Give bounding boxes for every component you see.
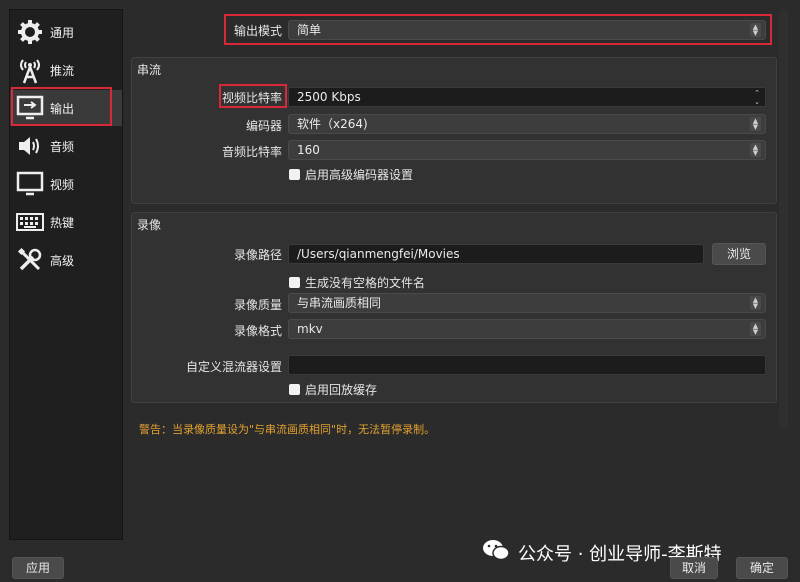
sidebar-item-label: 输出	[50, 101, 75, 116]
browse-button[interactable]: 浏览	[712, 243, 766, 265]
checkbox-box[interactable]	[289, 384, 300, 395]
advanced-encoder-checkbox[interactable]: 启用高级编码器设置	[289, 166, 413, 183]
warning-text: 警告：当录像质量设为"与串流画质相同"时，无法暂停录制。	[139, 423, 436, 436]
sidebar-item-output[interactable]: 输出	[10, 90, 122, 126]
apply-button[interactable]: 应用	[12, 557, 64, 579]
select-arrows-icon: ▲ ▼	[750, 322, 761, 336]
sidebar-item-label: 高级	[50, 253, 75, 268]
wechat-icon	[482, 538, 510, 567]
recording-quality-label: 录像质量	[233, 298, 282, 312]
gear-icon	[16, 18, 44, 46]
sidebar-item-video[interactable]: 视频	[10, 166, 122, 202]
recording-group-title: 录像	[137, 218, 162, 232]
video-bitrate-spinbox[interactable]: 2500 Kbps ⌃ ⌄	[288, 87, 766, 107]
select-arrows-icon: ▲ ▼	[750, 143, 761, 157]
muxer-settings-input[interactable]	[288, 355, 766, 375]
output-mode-label: 输出模式	[233, 24, 282, 38]
sidebar-item-advanced[interactable]: 高级	[10, 242, 122, 278]
sidebar-item-label: 音频	[50, 139, 75, 154]
recording-path-label: 录像路径	[233, 248, 282, 262]
video-bitrate-value: 2500 Kbps	[297, 90, 361, 104]
scrollbar[interactable]	[779, 9, 788, 429]
recording-format-value: mkv	[297, 322, 323, 336]
sidebar-item-hotkeys[interactable]: 热键	[10, 204, 122, 240]
video-bitrate-label: 视频比特率	[221, 91, 282, 105]
encoder-label: 编码器	[245, 119, 282, 133]
sidebar-item-stream[interactable]: 推流	[10, 52, 122, 88]
sidebar-item-audio[interactable]: 音频	[10, 128, 122, 164]
keyboard-icon	[16, 208, 44, 236]
checkbox-box[interactable]	[289, 277, 300, 288]
spin-arrows-icon[interactable]: ⌃ ⌄	[751, 89, 763, 106]
speaker-icon	[16, 132, 44, 160]
recording-path-input[interactable]: /Users/qianmengfei/Movies	[288, 244, 704, 264]
sidebar-item-general[interactable]: 通用	[10, 14, 122, 50]
broadcast-antenna-icon	[16, 56, 44, 84]
output-monitor-icon	[16, 94, 44, 122]
tools-icon	[16, 246, 44, 274]
checkbox-label: 生成没有空格的文件名	[305, 276, 426, 290]
recording-format-select[interactable]: mkv ▲ ▼	[288, 319, 766, 339]
recording-path-value: /Users/qianmengfei/Movies	[297, 247, 460, 261]
output-mode-value: 简单	[297, 23, 322, 37]
audio-bitrate-label: 音频比特率	[221, 145, 282, 159]
recording-quality-value: 与串流画质相同	[297, 296, 382, 310]
checkbox-label: 启用回放缓存	[305, 383, 378, 397]
encoder-value: 软件（x264)	[297, 117, 368, 131]
settings-sidebar: 通用 推流 输出 音频 视频 热键 高级	[9, 9, 123, 540]
recording-quality-select[interactable]: 与串流画质相同 ▲ ▼	[288, 293, 766, 313]
cancel-button[interactable]: 取消	[670, 557, 718, 579]
audio-bitrate-select[interactable]: 160 ▲ ▼	[288, 140, 766, 160]
monitor-icon	[16, 170, 44, 198]
sidebar-item-label: 视频	[50, 177, 75, 192]
sidebar-item-label: 通用	[50, 25, 75, 40]
streaming-group-title: 串流	[137, 63, 162, 77]
sidebar-item-label: 热键	[50, 215, 75, 230]
audio-bitrate-value: 160	[297, 143, 320, 157]
output-mode-select[interactable]: 简单 ▲ ▼	[288, 20, 766, 40]
recording-format-label: 录像格式	[233, 324, 282, 338]
no-space-filename-checkbox[interactable]: 生成没有空格的文件名	[289, 274, 425, 291]
sidebar-item-label: 推流	[50, 63, 75, 78]
select-arrows-icon: ▲ ▼	[750, 117, 761, 131]
select-arrows-icon: ▲ ▼	[750, 296, 761, 310]
encoder-select[interactable]: 软件（x264) ▲ ▼	[288, 114, 766, 134]
select-arrows-icon: ▲ ▼	[750, 23, 761, 37]
replay-buffer-checkbox[interactable]: 启用回放缓存	[289, 381, 377, 398]
ok-button[interactable]: 确定	[736, 557, 788, 579]
checkbox-box[interactable]	[289, 169, 300, 180]
checkbox-label: 启用高级编码器设置	[305, 168, 414, 182]
muxer-settings-label: 自定义混流器设置	[185, 360, 282, 374]
